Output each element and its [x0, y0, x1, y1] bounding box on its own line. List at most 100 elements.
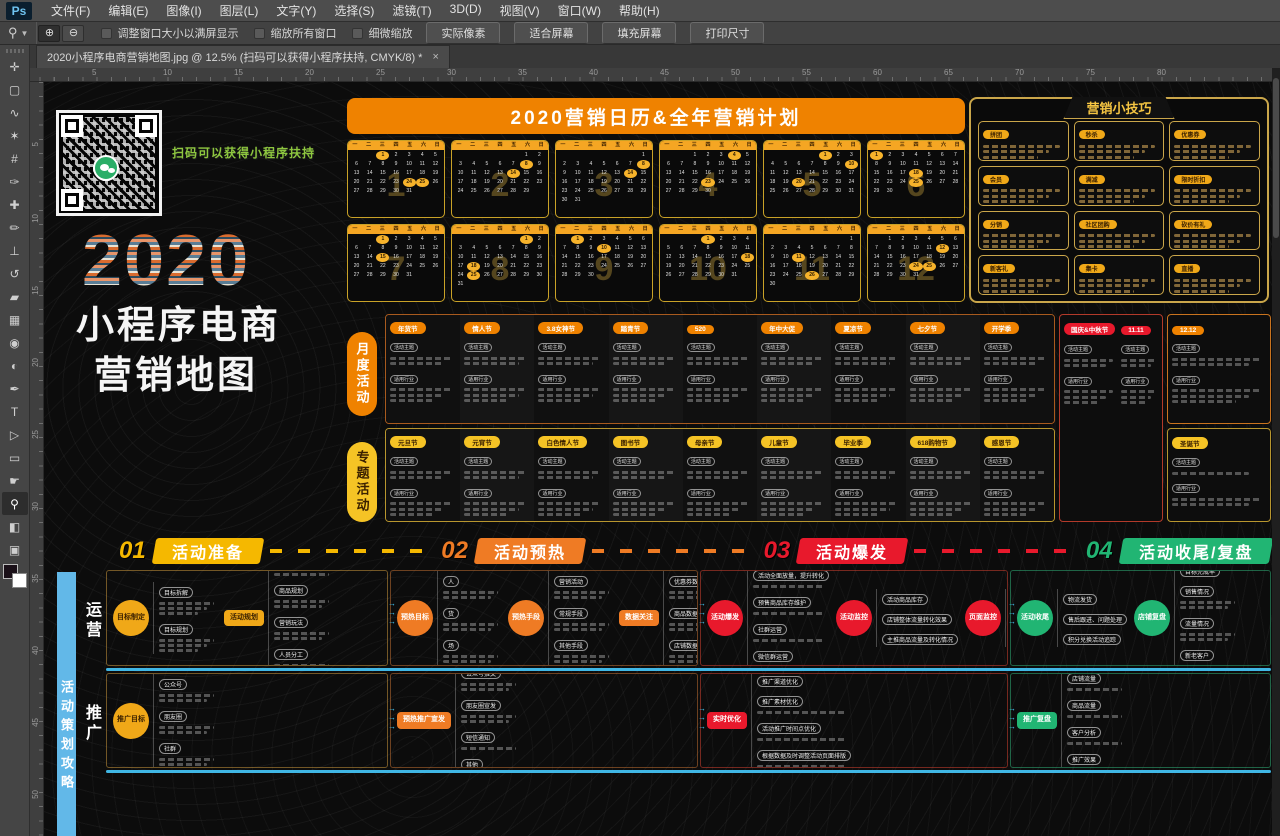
text-placeholder — [1174, 145, 1251, 148]
mindmap-group: 推广复盘流量数据完成度店铺流量商品流量客户分析推广效果ROI — [1017, 673, 1125, 768]
menu-item-3DD[interactable]: 3D(D) — [441, 0, 491, 21]
background-color-swatch[interactable] — [12, 573, 27, 588]
text-placeholder — [983, 195, 1049, 198]
tip-card: 会员 — [978, 166, 1069, 206]
checkbox[interactable] — [352, 28, 363, 39]
document-tab[interactable]: 2020小程序电商营销地图.jpg @ 12.5% (扫码可以获得小程序扶持, … — [36, 45, 450, 68]
date-cell: 10 — [909, 244, 922, 253]
mindmap-branches: 物流发货售后跟进、问题处理积分兑换活动追踪 — [1057, 589, 1127, 647]
weekday: 三 — [895, 141, 909, 150]
weekday-header: 一二三四五六日 — [556, 225, 652, 234]
date-cell: 27 — [493, 271, 506, 280]
theme-label: 活动主题 — [984, 343, 1012, 352]
brush-tool[interactable]: ✏ — [2, 216, 28, 239]
date-grid: 1234567891011121314151617181920212223242… — [764, 234, 860, 290]
path-select-tool[interactable]: ▷ — [2, 423, 28, 446]
pen-tool[interactable]: ✒ — [2, 377, 28, 400]
date-cell: 14 — [949, 160, 962, 169]
date-cell: 20 — [350, 178, 363, 187]
date-cell: 16 — [832, 169, 845, 178]
eraser-tool[interactable]: ▰ — [2, 285, 28, 308]
menu-item-S[interactable]: 选择(S) — [325, 0, 383, 21]
marquee-tool[interactable]: ▢ — [2, 78, 28, 101]
quick-mask[interactable]: ◧ — [2, 515, 28, 538]
text-placeholder — [274, 637, 322, 640]
ruler-number: 55 — [802, 68, 811, 77]
text-placeholder — [753, 585, 825, 588]
date-cell: 29 — [870, 187, 883, 196]
activity-name-pill: 踏青节 — [613, 322, 649, 334]
dodge-tool[interactable]: ◐ — [2, 354, 28, 377]
ruler-number: 45 — [660, 68, 669, 77]
close-icon[interactable]: × — [432, 51, 438, 63]
date-cell: 19 — [936, 253, 949, 262]
flow-arrows-icon: →→→ — [698, 600, 706, 626]
lasso-tool[interactable]: ∿ — [2, 101, 28, 124]
option-button[interactable]: 填充屏幕 — [602, 22, 676, 44]
shape-tool[interactable]: ▭ — [2, 446, 28, 469]
text-placeholder — [538, 399, 583, 402]
document-canvas[interactable]: 扫码可以获得小程序扶持 2020 小程序电商 营销地图 2020营销日历&全年营… — [44, 82, 1272, 836]
date-grid: 1234567891011121314151617181920212223242… — [556, 234, 652, 281]
zoom-tool[interactable]: ⚲ — [2, 492, 28, 515]
option-button[interactable]: 打印尺寸 — [690, 22, 764, 44]
date-cell: 22 — [520, 262, 533, 271]
menu-item-V[interactable]: 视图(V) — [491, 0, 549, 21]
crop-tool[interactable]: # — [2, 147, 28, 170]
menu-item-H[interactable]: 帮助(H) — [610, 0, 669, 21]
weekday: 日 — [742, 225, 756, 234]
option-checkbox[interactable]: 缩放所有窗口 — [254, 25, 336, 41]
menu-item-W[interactable]: 窗口(W) — [549, 0, 610, 21]
date-cell: 6 — [662, 160, 675, 169]
menu-item-L[interactable]: 图层(L) — [211, 0, 268, 21]
stage-label: 活动爆发 — [816, 539, 888, 563]
menu-item-I[interactable]: 图像(I) — [157, 0, 210, 21]
move-tool[interactable]: ✛ — [2, 55, 28, 78]
scrollbar-thumb[interactable] — [1273, 78, 1279, 238]
empty-cell — [584, 151, 597, 160]
mindmap-group: 活动规划活动主题商品规划营销玩法人员分工 — [224, 570, 332, 666]
date-cell: 27 — [350, 187, 363, 196]
mindmap-branches: 活动全面放量，提升转化预售商品库存维护社群运营微信群运营 — [747, 570, 829, 666]
menu-item-Y[interactable]: 文字(Y) — [267, 0, 325, 21]
screen-mode[interactable]: ▣ — [2, 538, 28, 561]
menu-item-T[interactable]: 滤镜(T) — [383, 0, 440, 21]
ruler-number: 15 — [31, 286, 40, 295]
gradient-tool[interactable]: ▦ — [2, 308, 28, 331]
option-checkbox[interactable]: 调整窗口大小以满屏显示 — [101, 25, 238, 41]
zoom-in-mode-button[interactable]: ⊕ — [38, 25, 60, 42]
type-tool[interactable]: T — [2, 400, 28, 423]
option-button[interactable]: 实际像素 — [426, 22, 500, 44]
text-placeholder — [983, 156, 1038, 159]
menu-item-E[interactable]: 编辑(E) — [99, 0, 157, 21]
text-placeholder — [757, 738, 846, 741]
clone-stamp-tool[interactable]: ⊥ — [2, 239, 28, 262]
date-cell: 22 — [520, 178, 533, 187]
date-cell: 24 — [571, 187, 584, 196]
color-swatches[interactable] — [3, 564, 27, 588]
ruler-number: 35 — [31, 574, 40, 583]
eyedropper-tool[interactable]: ✑ — [2, 170, 28, 193]
menu-item-F[interactable]: 文件(F) — [42, 0, 99, 21]
healing-brush-tool[interactable]: ✚ — [2, 193, 28, 216]
hand-tool[interactable]: ☛ — [2, 469, 28, 492]
history-brush-tool[interactable]: ↺ — [2, 262, 28, 285]
blur-tool[interactable]: ◉ — [2, 331, 28, 354]
panel-grip[interactable] — [6, 49, 24, 53]
magic-wand-tool[interactable]: ✶ — [2, 124, 28, 147]
weekday: 一 — [452, 141, 466, 150]
current-tool-preview[interactable]: ⚲ ▼ — [0, 22, 37, 44]
text-placeholder — [669, 591, 698, 594]
checkbox[interactable] — [254, 28, 265, 39]
checkbox[interactable] — [101, 28, 112, 39]
text-placeholder — [274, 632, 329, 635]
vertical-scrollbar[interactable] — [1272, 68, 1280, 836]
zoom-out-mode-button[interactable]: ⊖ — [62, 25, 84, 42]
chevron-down-icon: ▼ — [21, 29, 29, 38]
date-cell: 23 — [701, 178, 714, 187]
date-cell: 19 — [662, 262, 675, 271]
qr-caption: 扫码可以获得小程序扶持 — [172, 144, 315, 161]
option-checkbox[interactable]: 细微缩放 — [352, 25, 412, 41]
text-placeholder — [538, 476, 592, 479]
option-button[interactable]: 适合屏幕 — [514, 22, 588, 44]
